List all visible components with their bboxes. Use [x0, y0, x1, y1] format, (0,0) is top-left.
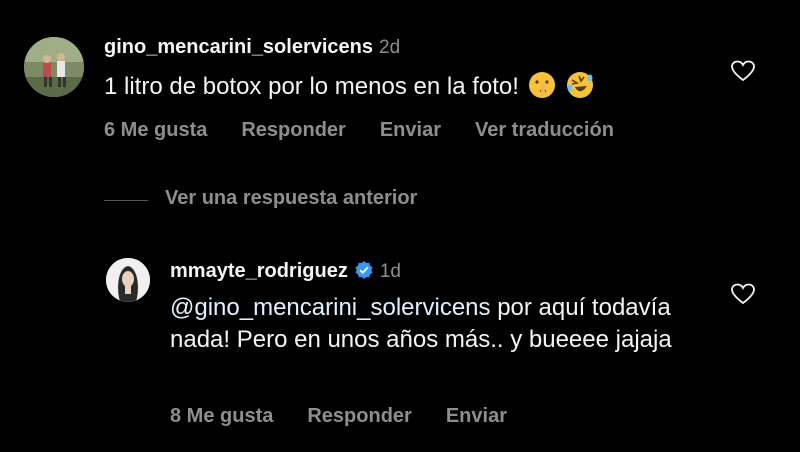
shushing-face-icon [527, 70, 557, 109]
comment-actions: 8 Me gusta Responder Enviar [170, 405, 507, 428]
comment-text: 1 litro de botox por lo menos en la foto… [104, 70, 595, 109]
comment-actions: 6 Me gusta Responder Enviar Ver traducci… [104, 119, 614, 142]
verified-badge-icon [354, 260, 374, 286]
username-text[interactable]: gino_mencarini_solervicens [104, 36, 373, 58]
timestamp: 1d [379, 261, 401, 282]
avatar[interactable] [24, 37, 84, 97]
comment-username[interactable]: mmayte_rodriguez 1d [170, 260, 401, 286]
likes-count[interactable]: 6 Me gusta [104, 119, 207, 142]
reply-button[interactable]: Responder [307, 405, 411, 428]
reply-button[interactable]: Responder [241, 119, 345, 142]
rolling-laughing-icon [565, 70, 595, 109]
translate-button[interactable]: Ver traducción [475, 119, 614, 142]
comment-text: @gino_mencarini_solervicens por aquí tod… [170, 292, 710, 356]
like-heart-icon[interactable] [731, 283, 755, 305]
avatar[interactable] [106, 258, 150, 302]
comment-username[interactable]: gino_mencarini_solervicens 2d [104, 36, 400, 59]
send-button[interactable]: Enviar [446, 405, 507, 428]
view-previous-reply-button[interactable]: Ver una respuesta anterior [165, 187, 417, 210]
divider [104, 200, 148, 201]
send-button[interactable]: Enviar [380, 119, 441, 142]
timestamp: 2d [379, 37, 401, 58]
mention-link[interactable]: @gino_mencarini_solervicens [170, 294, 491, 321]
comment-body: 1 litro de botox por lo menos en la foto… [104, 73, 519, 100]
username-text[interactable]: mmayte_rodriguez [170, 260, 348, 282]
like-heart-icon[interactable] [731, 60, 755, 82]
likes-count[interactable]: 8 Me gusta [170, 405, 273, 428]
